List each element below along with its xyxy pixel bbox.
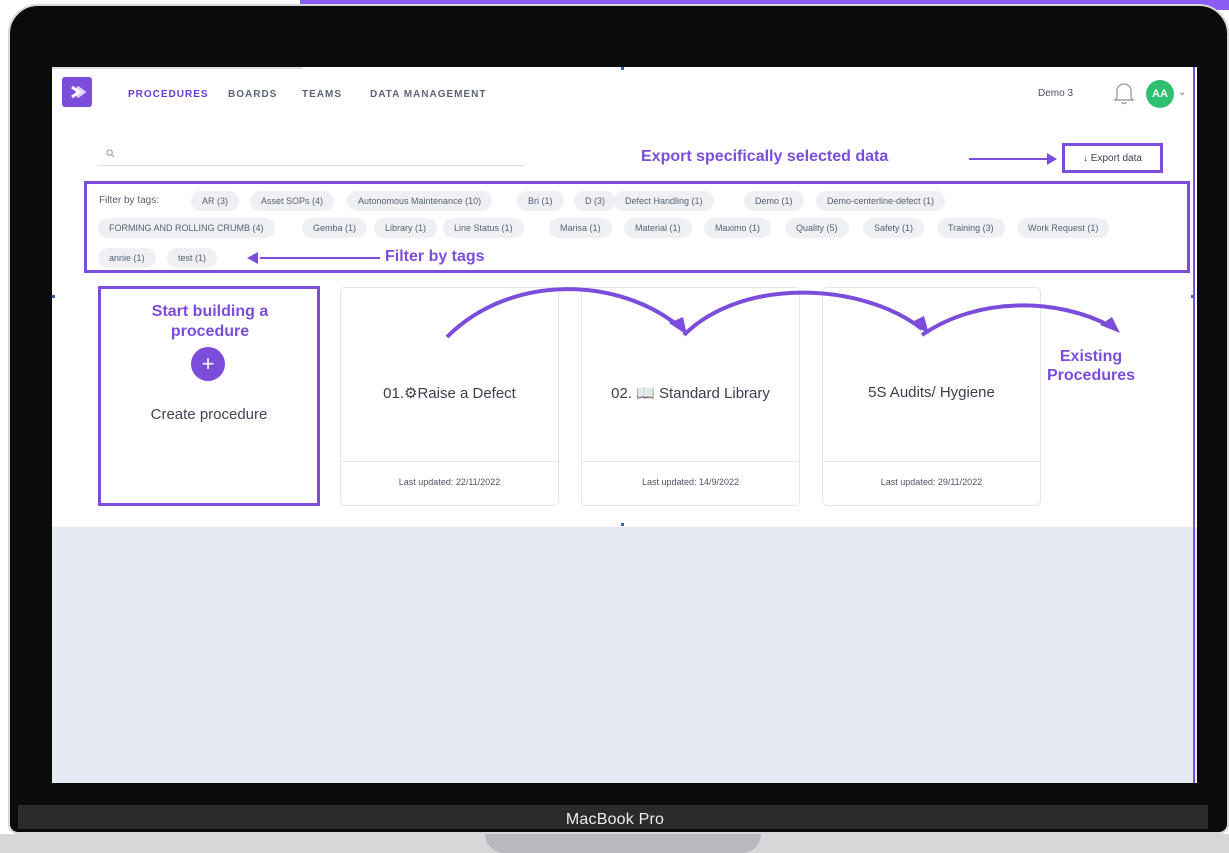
tag-chip[interactable]: Safety (1) <box>863 218 925 238</box>
search-input[interactable] <box>98 165 524 166</box>
plus-icon[interactable]: + <box>191 347 225 381</box>
filter-arrow-head-icon <box>247 252 258 264</box>
tag-chip[interactable]: Quality (5) <box>785 218 849 238</box>
tag-chip[interactable]: Gemba (1) <box>302 218 368 238</box>
tag-chip[interactable]: Defect Handling (1) <box>614 191 714 211</box>
user-avatar[interactable]: AA <box>1146 80 1174 108</box>
card-divider <box>582 461 799 462</box>
workspace-selector[interactable]: Demo 3 <box>1038 88 1073 99</box>
nav-data-management[interactable]: DATA MANAGEMENT <box>370 89 486 100</box>
laptop-notch <box>485 834 761 853</box>
tag-chip[interactable]: Autonomous Maintenance (10) <box>347 191 493 211</box>
tag-chip[interactable]: FORMING AND ROLLING CRUMB (4) <box>98 218 275 238</box>
flow-arrow-path <box>920 303 1113 337</box>
flow-arrow-path <box>445 287 684 339</box>
filter-arrow-line <box>260 257 380 259</box>
screen-edge-highlight <box>1193 67 1195 783</box>
existing-procedures-annotation: Existing Procedures <box>1046 348 1136 384</box>
selection-handle <box>621 523 624 526</box>
nav-underline <box>52 67 302 69</box>
logo-mark-icon <box>71 85 86 99</box>
create-procedure-label[interactable]: Create procedure <box>101 406 317 423</box>
filter-label: Filter by tags: <box>99 195 160 206</box>
app-logo-icon[interactable] <box>62 77 92 107</box>
tag-chip[interactable]: D (3) <box>574 191 616 211</box>
export-arrow-line <box>969 158 1049 160</box>
nav-boards[interactable]: BOARDS <box>228 89 277 100</box>
create-procedure-card[interactable]: Start building a procedure + Create proc… <box>98 286 320 506</box>
export-data-button[interactable]: ↓ Export data <box>1062 143 1163 173</box>
tag-chip[interactable]: Bri (1) <box>517 191 564 211</box>
flow-arrow-head-icon <box>1100 317 1120 333</box>
tag-chip[interactable]: Marisa (1) <box>549 218 612 238</box>
tag-chip[interactable]: Training (3) <box>937 218 1005 238</box>
tag-chip[interactable]: Maximo (1) <box>704 218 772 238</box>
tag-chip[interactable]: Asset SOPs (4) <box>250 191 335 211</box>
card-divider <box>341 461 558 462</box>
procedure-last-updated: Last updated: 14/9/2022 <box>641 477 740 487</box>
create-annotation: Start building a procedure <box>151 303 269 340</box>
tag-chip[interactable]: Material (1) <box>624 218 692 238</box>
tag-chip[interactable]: Demo-centerline-defect (1) <box>816 191 946 211</box>
chevron-down-icon[interactable]: ⌄ <box>1178 87 1186 98</box>
selection-handle <box>621 67 624 70</box>
device-brand: MacBook Pro <box>565 811 665 828</box>
procedure-last-updated: Last updated: 22/11/2022 <box>398 477 501 487</box>
tag-chip[interactable]: Demo (1) <box>744 191 804 211</box>
tag-chip[interactable]: AR (3) <box>191 191 240 211</box>
tag-chip[interactable]: Work Request (1) <box>1017 218 1110 238</box>
tag-chip[interactable]: test (1) <box>167 248 218 268</box>
selection-handle <box>52 295 55 298</box>
export-arrow-head-icon <box>1047 153 1057 165</box>
tag-chip[interactable]: Line Status (1) <box>443 218 524 238</box>
nav-teams[interactable]: TEAMS <box>302 89 342 100</box>
card-divider <box>823 461 1040 462</box>
tag-chip[interactable]: Library (1) <box>374 218 438 238</box>
procedure-last-updated: Last updated: 29/11/2022 <box>880 477 983 487</box>
flow-arrow-path <box>682 290 924 337</box>
top-navigation: PROCEDURES BOARDS TEAMS DATA MANAGEMENT … <box>52 67 1197 123</box>
tag-chip[interactable]: annie (1) <box>98 248 156 268</box>
nav-procedures[interactable]: PROCEDURES <box>128 89 209 100</box>
app-window: PROCEDURES BOARDS TEAMS DATA MANAGEMENT … <box>52 67 1197 527</box>
search-icon <box>106 145 115 163</box>
screen: PROCEDURES BOARDS TEAMS DATA MANAGEMENT … <box>52 67 1197 783</box>
bell-icon[interactable] <box>1113 81 1135 110</box>
export-annotation: Export specifically selected data <box>641 148 889 165</box>
filter-annotation: Filter by tags <box>385 248 485 265</box>
